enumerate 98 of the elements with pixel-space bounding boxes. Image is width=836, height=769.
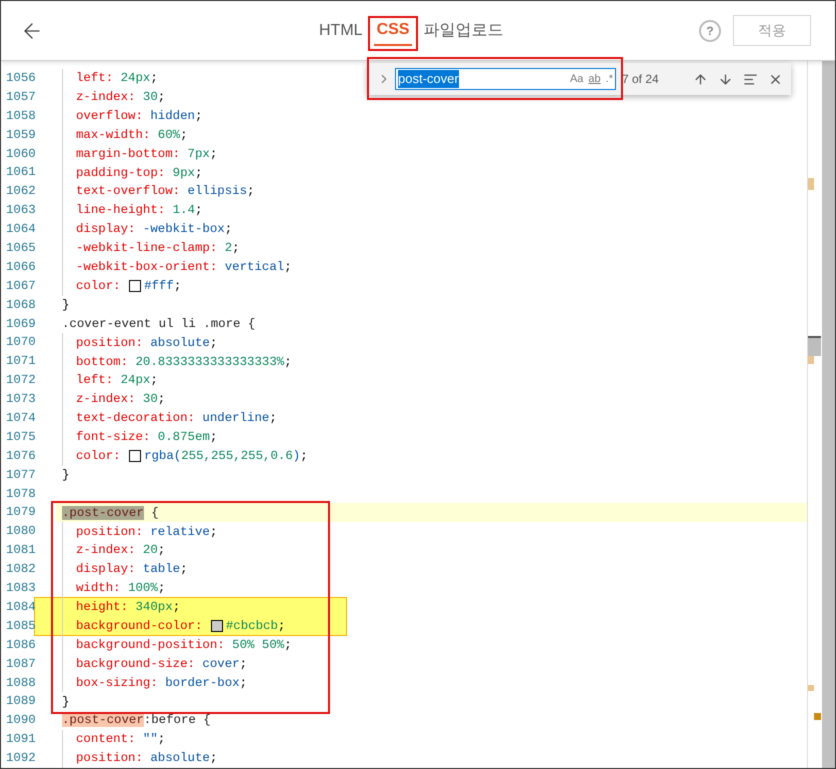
code-line: overflow: hidden; [76,108,202,125]
line-number: 1068 [5,296,37,314]
code-line: line-height: 1.4; [76,202,202,220]
ruler-marker [814,713,821,720]
line-number: 1091 [5,731,37,748]
line-number: 1071 [5,353,37,370]
line-number: 1067 [5,278,37,295]
code-text: background-color: [76,618,204,635]
annotation-frame [368,16,418,51]
line-number: 1060 [5,146,37,163]
code-text: color: [76,448,122,465]
ruler-marker [808,685,814,691]
color-swatch[interactable] [129,450,142,462]
line-number: 1058 [5,108,37,125]
line-number: 1074 [5,410,37,428]
code-line: } [62,466,70,484]
code-line: display: -webkit-box; [76,221,232,238]
line-number: 1088 [5,674,37,692]
search-field[interactable]: post-cover Aa ab .* [395,68,616,90]
code-line: -webkit-box-orient: vertical; [76,259,292,276]
code-line: z-index: 20; [76,542,166,560]
search-query: post-cover [398,70,459,88]
search-option-toggle[interactable]: .* [606,70,613,88]
help-icon[interactable]: ? [699,20,721,42]
line-number: 1083 [5,580,37,598]
code-line: bottom: 20.8333333333333333%; [76,354,292,370]
tab[interactable]: HTML [316,16,366,46]
line-number: 1081 [5,542,37,560]
code-line: background-position: 50% 50%; [76,636,292,654]
line-number: 1057 [5,88,37,106]
line-number: 1075 [5,428,37,446]
code-text: #cbcbcb; [226,618,286,635]
code-line: width: 100%; [76,580,166,598]
search-option-toggle[interactable]: Aa [570,70,584,88]
code-line: .post-cover:before { [62,712,211,730]
line-number: 1082 [5,561,37,578]
line-number: 1065 [5,240,37,258]
line-number: 1073 [5,391,37,408]
line-number: 1080 [5,523,37,540]
line-number: 1059 [5,126,37,144]
color-swatch[interactable] [129,280,142,292]
code-line: position: relative; [76,524,218,541]
line-number: 1056 [5,70,37,87]
line-number: 1089 [5,693,37,710]
code-text: color: [76,278,122,295]
code-line: position: absolute; [76,750,218,768]
code-line: text-overflow: ellipsis; [76,183,254,200]
search-option-toggle[interactable]: ab [588,70,601,88]
line-number: 1090 [5,712,37,730]
code-line: z-index: 30; [76,89,166,106]
code-line: display: table; [76,561,188,578]
code-line: margin-bottom: 7px; [76,146,218,163]
scroll-position-marker [808,336,821,356]
previous-match-icon[interactable] [693,72,708,86]
code-line: text-decoration: underline; [76,410,277,428]
code-line: content: ""; [76,731,166,748]
line-number: 1087 [5,656,37,673]
apply-button[interactable]: 적용 [733,15,811,46]
ruler-marker [808,178,814,190]
line-number: 1062 [5,183,37,200]
line-number: 1069 [5,316,37,333]
code-line: background-size: cover; [76,656,248,673]
tab[interactable]: CSS [374,16,412,46]
code-line: position: absolute; [76,334,218,352]
line-number: 1076 [5,448,37,465]
line-number: 1063 [5,202,37,220]
line-number: 1061 [5,164,37,182]
code-line: font-size: 0.875em; [76,429,218,446]
line-number: 1064 [5,221,37,238]
code-line: left: 24px; [76,372,158,390]
code-line: left: 24px; [76,70,158,88]
scrollbar[interactable] [820,61,835,768]
line-number: 1086 [5,636,37,654]
line-number: 1078 [5,486,37,503]
code-line: box-sizing: border-box; [76,674,248,692]
selection-lines-icon[interactable] [743,72,758,86]
tab[interactable]: 파일업로드 [420,16,506,46]
code-line: z-index: 30; [76,391,166,408]
next-match-icon[interactable] [718,72,733,86]
code-line: height: 340px; [76,599,180,616]
line-number: 1070 [5,334,37,352]
line-number: 1092 [5,750,37,768]
code-text: #fff; [144,278,182,295]
line-number: 1079 [5,504,37,522]
code-line: } [62,296,70,314]
line-number: 1077 [5,466,37,484]
color-swatch[interactable] [210,620,223,632]
line-number: 1066 [5,258,37,276]
code-line: padding-top: 9px; [76,164,202,182]
code-line: max-width: 60%; [76,126,188,144]
line-number: 1072 [5,372,37,390]
ruler-marker [808,356,814,364]
code-line: .post-cover { [62,504,159,522]
code-line: -webkit-line-clamp: 2; [76,240,240,258]
code-line: } [62,694,70,711]
code-line: .cover-event ul li .more { [62,316,256,333]
match-count: 7 of 24 [622,71,659,88]
code-text: rgba(255,255,255,0.6); [144,448,308,465]
